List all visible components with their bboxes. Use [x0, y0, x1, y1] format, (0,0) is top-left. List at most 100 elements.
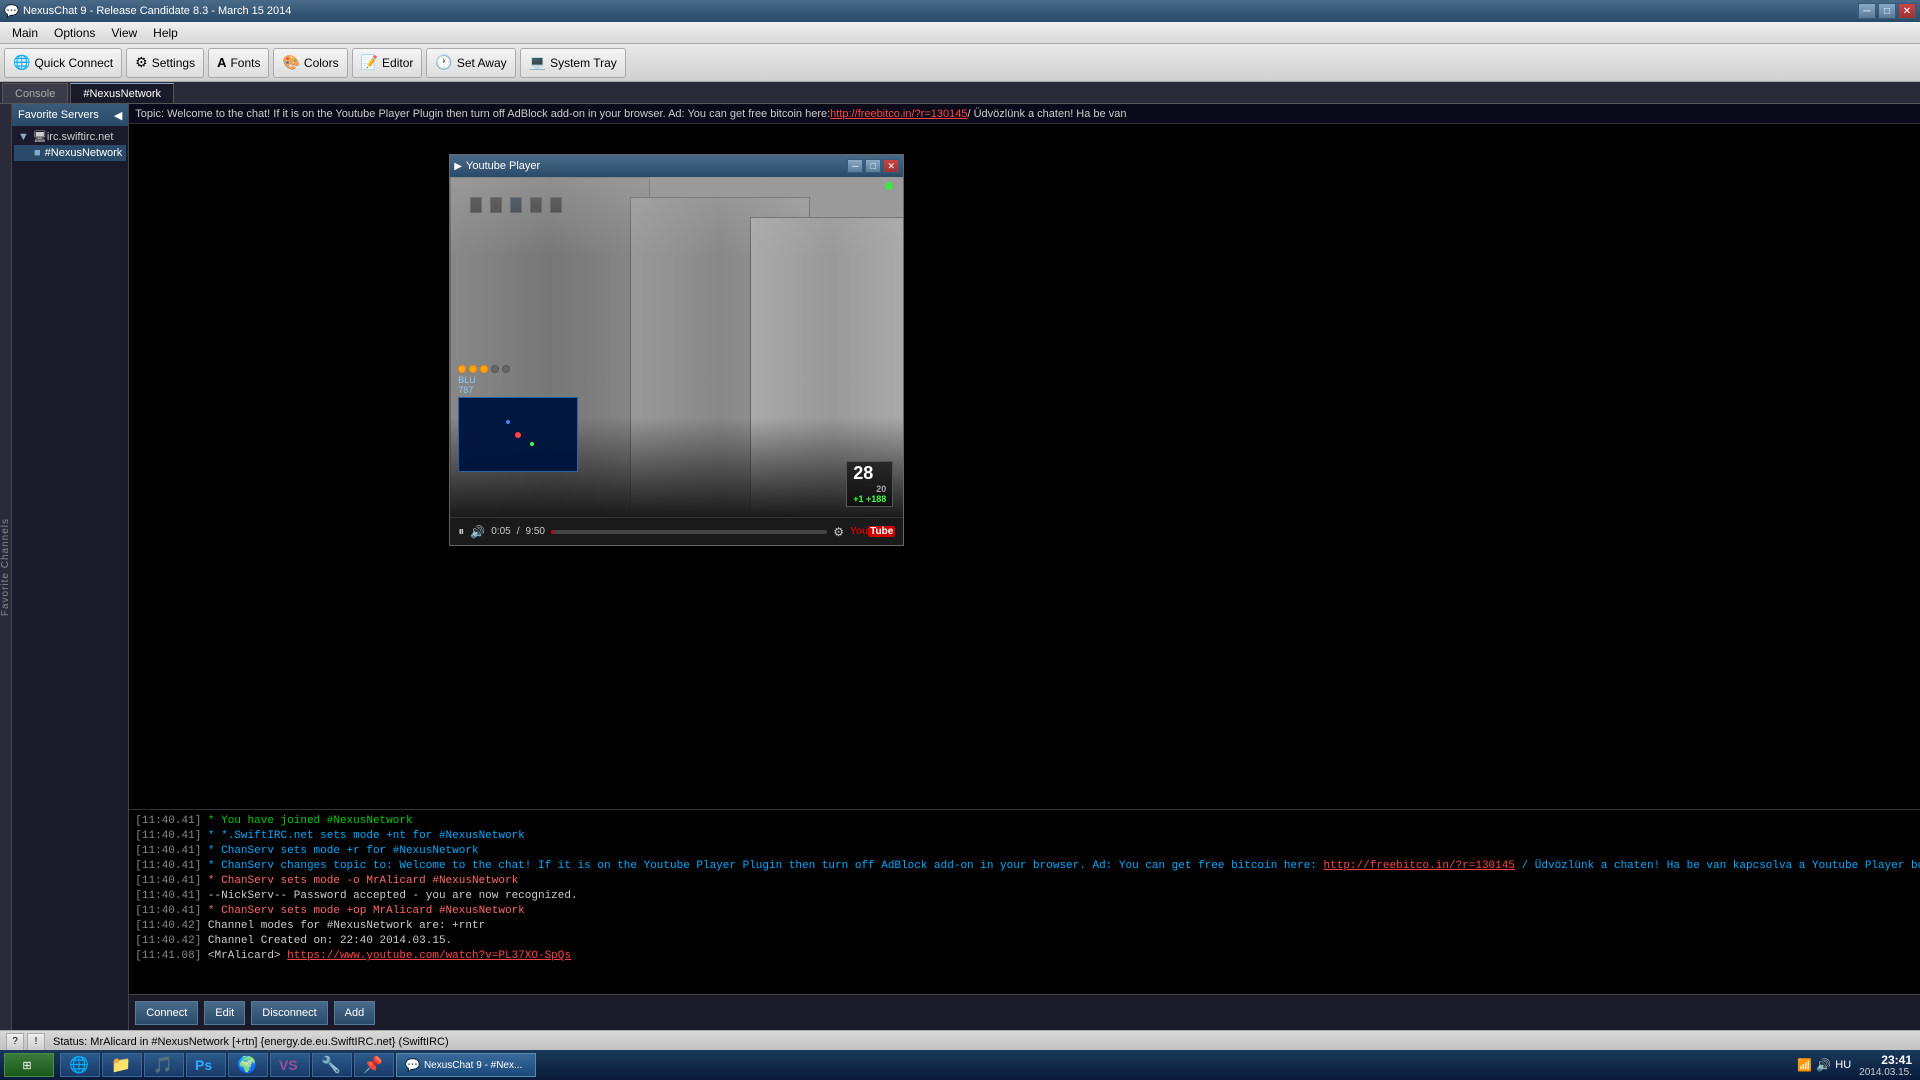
taskbar-time: 23:41 [1881, 1053, 1912, 1067]
youtube-volume-button[interactable]: 🔊 [470, 525, 485, 539]
close-button[interactable]: ✕ [1898, 3, 1916, 19]
youtube-title: Youtube Player [466, 160, 540, 172]
chat-link-bitcoin[interactable]: http://freebitco.in/?r=130145 [1324, 860, 1515, 872]
chat-line: [11:40.41] * ChanServ sets mode +op MrAl… [135, 904, 1920, 919]
add-button[interactable]: Add [334, 1001, 376, 1025]
youtube-progress-fill [551, 530, 554, 534]
app2-icon: 📌 [363, 1055, 383, 1075]
network-icon: 📶 [1797, 1058, 1812, 1072]
editor-label: Editor [382, 56, 413, 70]
chat-messages: ▶ Youtube Player ─ □ ✕ [129, 124, 1920, 809]
menu-help[interactable]: Help [145, 24, 186, 42]
taskbar-vs[interactable]: VS [270, 1053, 310, 1077]
taskbar-right: 📶 🔊 HU 23:41 2014.03.15. [1797, 1053, 1916, 1078]
youtube-restore-button[interactable]: □ [865, 159, 881, 173]
title-bar-title: NexusChat 9 - Release Candidate 8.3 - Ma… [19, 5, 1858, 17]
app1-icon: 🔧 [321, 1055, 341, 1075]
system-tray-label: System Tray [550, 56, 617, 70]
edit-button[interactable]: Edit [204, 1001, 245, 1025]
chrome-icon: 🌍 [237, 1055, 257, 1075]
fonts-icon: A [217, 55, 226, 70]
menu-main[interactable]: Main [4, 24, 46, 42]
youtube-player: ▶ Youtube Player ─ □ ✕ [449, 154, 904, 546]
set-away-button[interactable]: 🕐 Set Away [426, 48, 515, 78]
status-icon-1[interactable]: ? [6, 1033, 24, 1051]
server-tree: ▼ 🖥 irc.swiftirc.net ■ #NexusNetwork [12, 126, 128, 163]
chat-line: [11:41.08] <MrAlicard> https://www.youtu… [135, 949, 1920, 964]
taskbar-photoshop[interactable]: Ps [186, 1053, 226, 1077]
status-icon-2[interactable]: ! [27, 1033, 45, 1051]
taskbar-app2[interactable]: 📌 [354, 1053, 394, 1077]
topic-suffix: / Üdvözlünk a chaten! Ha be van [967, 108, 1126, 120]
editor-icon: 📝 [361, 54, 378, 71]
locale: HU [1835, 1059, 1851, 1071]
title-bar-controls: ─ □ ✕ [1858, 3, 1916, 19]
server-irc-swiftirc[interactable]: ▼ 🖥 irc.swiftirc.net [14, 128, 126, 145]
minimap [458, 397, 578, 472]
chat-line: [11:40.41] * ChanServ changes topic to: … [135, 859, 1920, 874]
disconnect-button[interactable]: Disconnect [251, 1001, 327, 1025]
maximize-button[interactable]: □ [1878, 3, 1896, 19]
settings-button[interactable]: ⚙ Settings [126, 48, 204, 78]
settings-label: Settings [152, 56, 195, 70]
colors-label: Colors [304, 56, 339, 70]
minimize-button[interactable]: ─ [1858, 3, 1876, 19]
bottom-buttons: Connect Edit Disconnect Add [129, 994, 1920, 1030]
menu-view[interactable]: View [103, 24, 145, 42]
youtube-player-titlebar[interactable]: ▶ Youtube Player ─ □ ✕ [450, 155, 903, 177]
taskbar-nexuschat[interactable]: 💬 NexusChat 9 - #Nex... [396, 1053, 536, 1077]
menu-bar: Main Options View Help [0, 22, 1920, 44]
taskbar-ie[interactable]: 🌐 [60, 1053, 100, 1077]
server-name: irc.swiftirc.net [47, 131, 114, 143]
topic-link[interactable]: http://freebitco.in/?r=130145 [830, 108, 967, 120]
menu-options[interactable]: Options [46, 24, 103, 42]
system-tray-button[interactable]: 💻 System Tray [520, 48, 626, 78]
youtube-video-area[interactable]: BLU 787 28 [450, 177, 903, 517]
fonts-button[interactable]: A Fonts [208, 48, 269, 78]
system-tray-icon: 💻 [529, 54, 546, 71]
tab-nexusnetwork[interactable]: #NexusNetwork [70, 83, 174, 103]
nexuschat-taskbar-label: NexusChat 9 - #Nex... [424, 1060, 522, 1071]
chat-area: Topic: Welcome to the chat! If it is on … [129, 104, 1920, 1030]
taskbar-app1[interactable]: 🔧 [312, 1053, 352, 1077]
youtube-pause-button[interactable]: ⏸ [458, 524, 464, 539]
systray: 📶 🔊 HU [1797, 1058, 1851, 1072]
game-hud: BLU 787 [458, 365, 578, 472]
youtube-progress-track[interactable] [551, 530, 827, 534]
favorite-servers-collapse[interactable]: ◀ [114, 109, 122, 122]
fonts-label: Fonts [230, 56, 260, 70]
quick-connect-icon: 🌐 [13, 54, 30, 71]
youtube-controls: ─ □ ✕ [847, 159, 899, 173]
youtube-time-current: 0:05 [491, 526, 510, 537]
taskbar-chrome[interactable]: 🌍 [228, 1053, 268, 1077]
status-icons: ? ! [6, 1033, 45, 1051]
taskbar-folder[interactable]: 📁 [102, 1053, 142, 1077]
favorite-servers-title: Favorite Servers [18, 109, 99, 121]
quick-connect-button[interactable]: 🌐 Quick Connect [4, 48, 122, 78]
photoshop-icon: Ps [195, 1057, 212, 1073]
video-scene: BLU 787 28 [450, 177, 903, 517]
chat-line: [11:40.41] * *.SwiftIRC.net sets mode +n… [135, 829, 1920, 844]
chat-youtube-link[interactable]: https://www.youtube.com/watch?v=PL37XO-S… [287, 950, 571, 962]
topic-prefix: Topic: Welcome to the chat! If it is on … [135, 108, 830, 120]
game-score: 28 20 +1 +188 [846, 461, 893, 507]
quick-connect-label: Quick Connect [34, 56, 113, 70]
chat-line: [11:40.42] Channel Created on: 22:40 201… [135, 934, 1920, 949]
youtube-settings-button[interactable]: ⚙ [833, 525, 844, 539]
channel-nexusnetwork[interactable]: ■ #NexusNetwork [14, 145, 126, 161]
volume-icon: 🔊 [1816, 1058, 1831, 1072]
start-icon: ⊞ [22, 1059, 31, 1072]
taskbar-media[interactable]: 🎵 [144, 1053, 184, 1077]
folder-icon: 📁 [111, 1055, 131, 1075]
fav-channels-label: Favorite Channels [0, 518, 11, 616]
youtube-close-button[interactable]: ✕ [883, 159, 899, 173]
set-away-icon: 🕐 [435, 54, 452, 71]
tab-console[interactable]: Console [2, 83, 68, 103]
colors-button[interactable]: 🎨 Colors [273, 48, 347, 78]
editor-button[interactable]: 📝 Editor [352, 48, 423, 78]
youtube-minimize-button[interactable]: ─ [847, 159, 863, 173]
title-bar: 💬 NexusChat 9 - Release Candidate 8.3 - … [0, 0, 1920, 22]
favorite-channels-tab[interactable]: Favorite Channels [0, 104, 12, 1030]
connect-button[interactable]: Connect [135, 1001, 198, 1025]
start-button[interactable]: ⊞ [4, 1053, 54, 1077]
